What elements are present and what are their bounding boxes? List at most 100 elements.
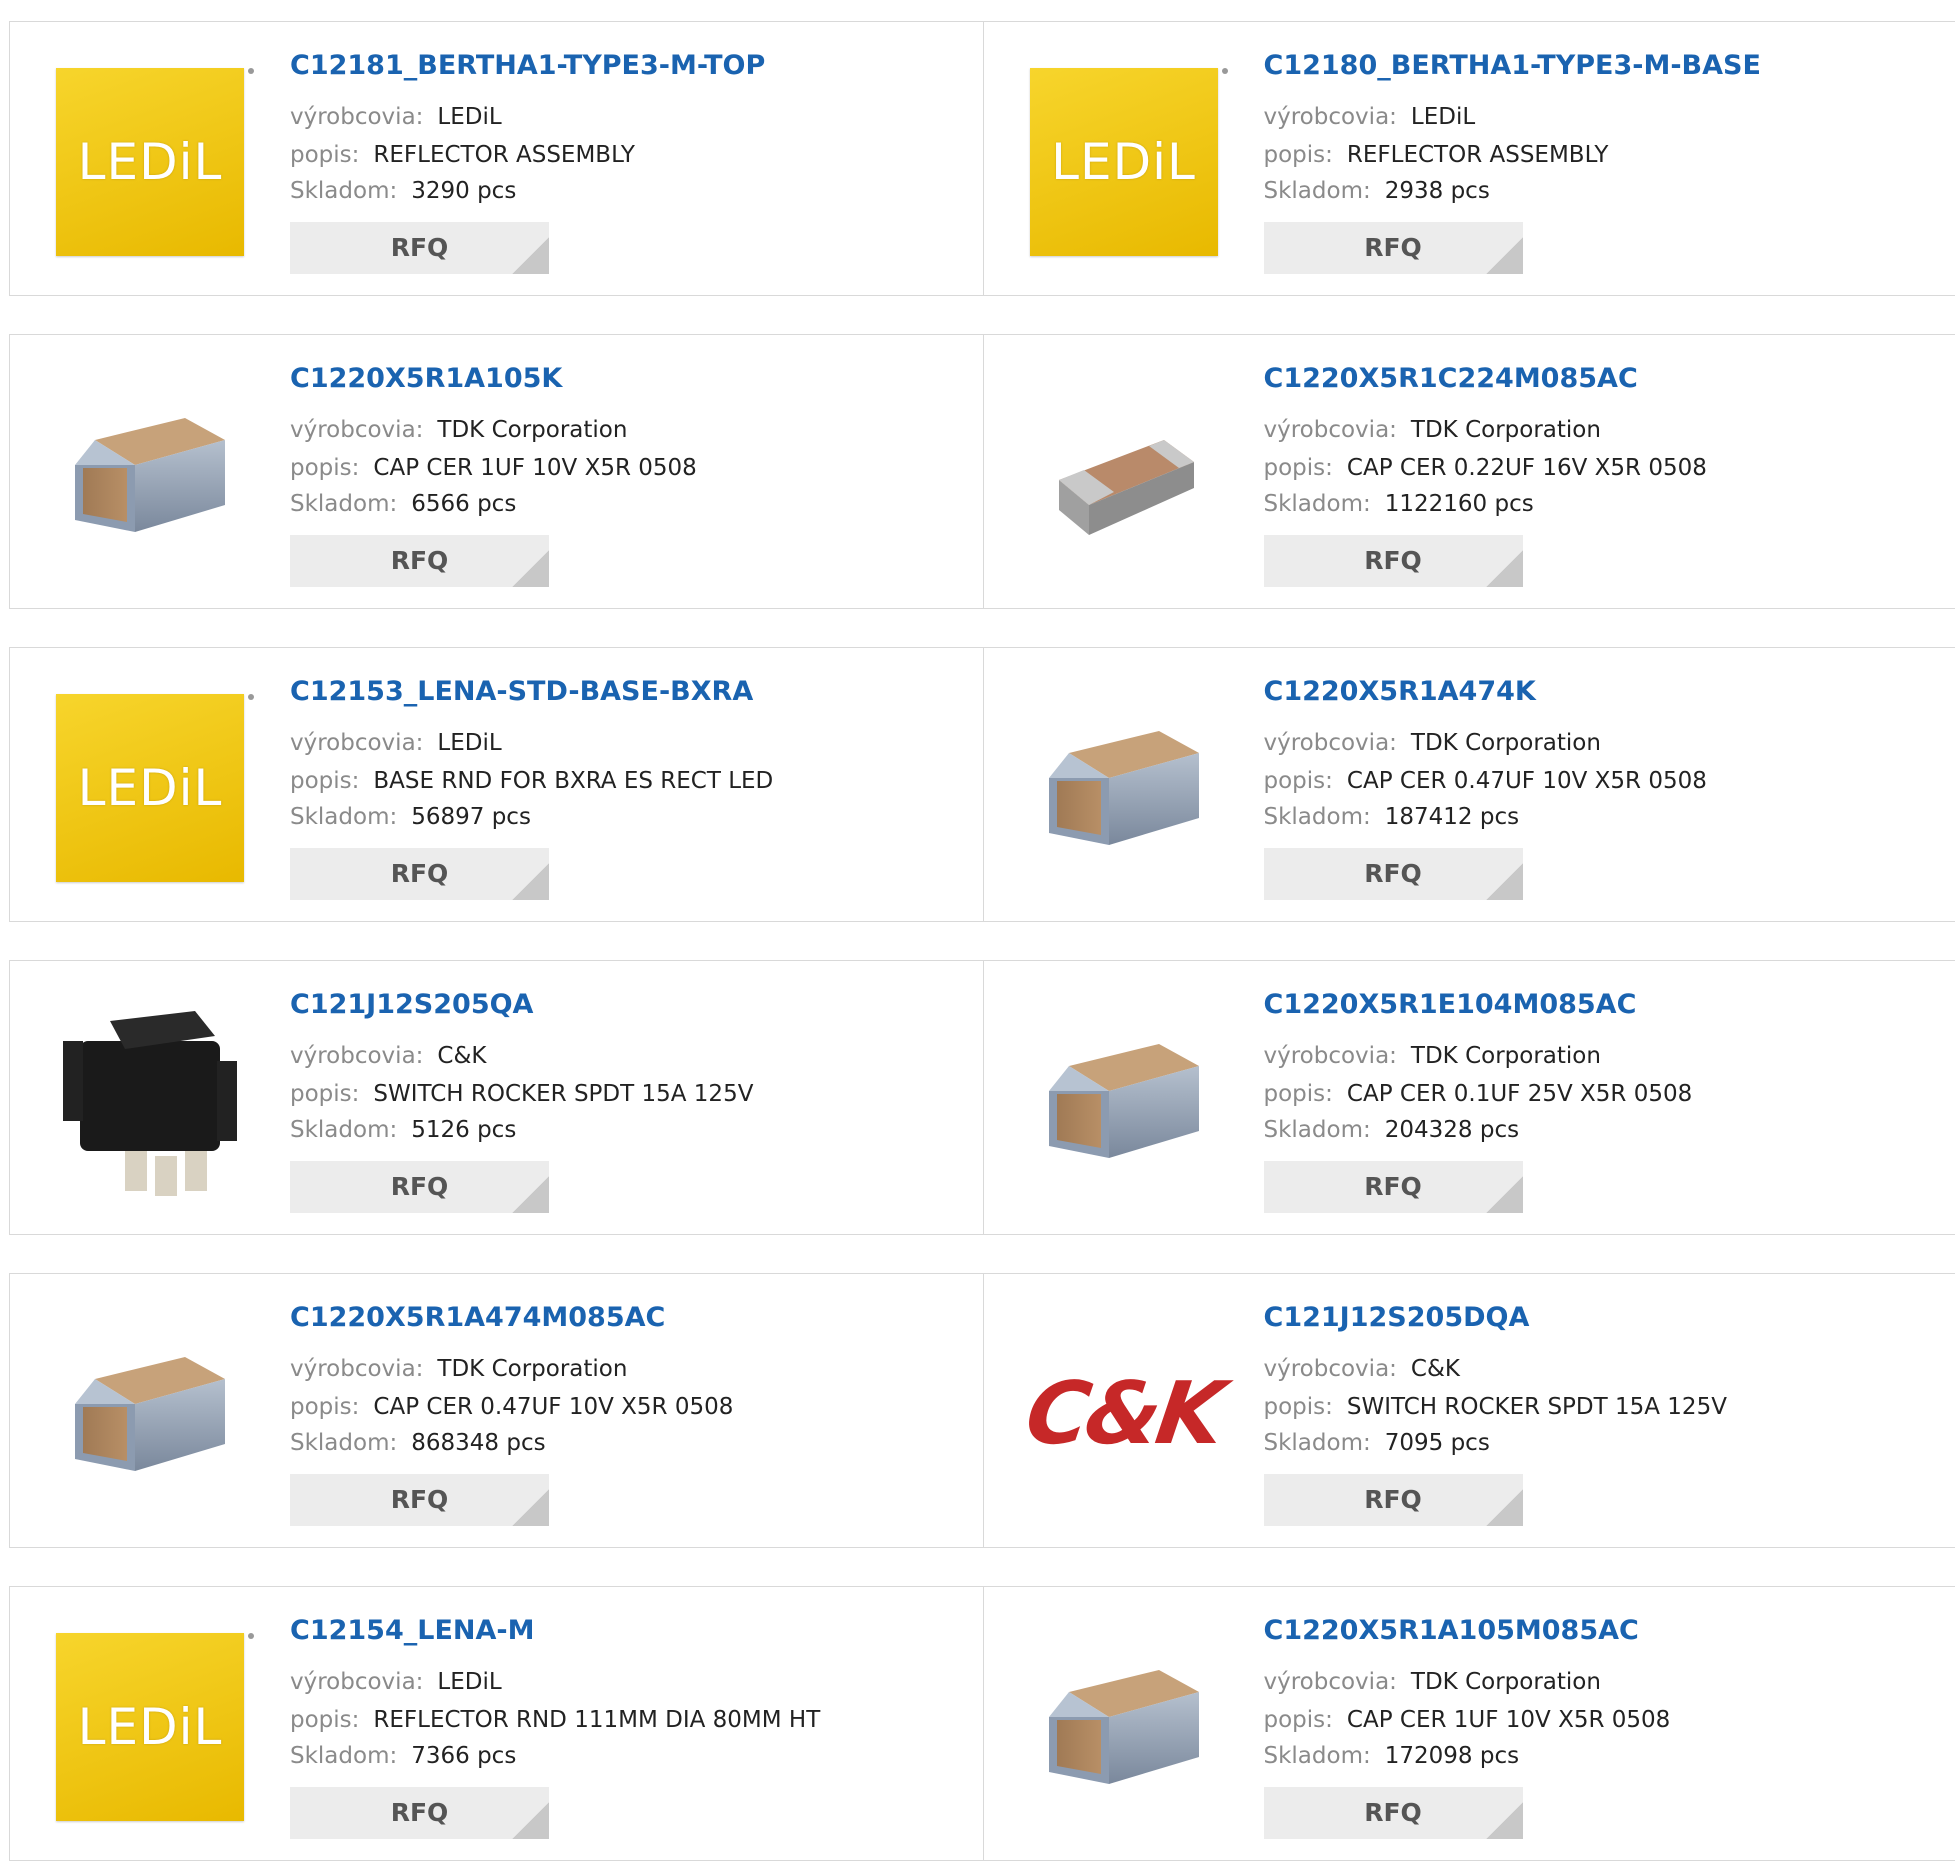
manufacturer-value: LEDiL	[437, 104, 501, 130]
stock-line: Skladom: 6566 pcs	[290, 491, 516, 517]
product-card: C&K C121J12S205DQA výrobcovia: C&K popis:SW…	[983, 1274, 1955, 1547]
description-line: popis:SWITCH ROCKER SPDT 15A 125V	[290, 1081, 753, 1107]
rfq-button[interactable]: RFQ	[290, 222, 549, 274]
product-image[interactable]	[1024, 1001, 1224, 1201]
product-card: C1220X5R1C224M085ACvýrobcovia:TDK Corpor…	[983, 335, 1955, 608]
description-label: popis:	[290, 768, 359, 794]
description-label: popis:	[1264, 1394, 1333, 1420]
rfq-button[interactable]: RFQ	[1264, 1161, 1523, 1213]
product-part-link[interactable]: C12181_BERTHA1-TYPE3-M-TOP	[290, 50, 765, 81]
ledil-logo: LEDiL	[1030, 68, 1218, 256]
product-row: C1220X5R1A105Kvýrobcovia:TDK Corporation…	[9, 334, 1955, 609]
product-part-link[interactable]: C1220X5R1A105M085AC	[1264, 1615, 1639, 1646]
stock-value: 204328 pcs	[1385, 1117, 1519, 1143]
rfq-button[interactable]: RFQ	[1264, 1787, 1523, 1839]
description-label: popis:	[1264, 1081, 1333, 1107]
product-image[interactable]	[1024, 688, 1224, 888]
rfq-button[interactable]: RFQ	[290, 1161, 549, 1213]
rfq-button[interactable]: RFQ	[1264, 848, 1523, 900]
product-image[interactable]	[50, 1314, 250, 1514]
description-label: popis:	[1264, 768, 1333, 794]
product-part-link[interactable]: C12180_BERTHA1-TYPE3-M-BASE	[1264, 50, 1761, 81]
manufacturer-label: výrobcovia:	[1264, 1356, 1397, 1382]
manufacturer-value: TDK Corporation	[1411, 417, 1601, 443]
product-image[interactable]	[1024, 1627, 1224, 1827]
manufacturer-label: výrobcovia:	[1264, 730, 1397, 756]
manufacturer-line: výrobcovia:LEDiL	[290, 730, 502, 756]
description-line: popis:SWITCH ROCKER SPDT 15A 125V	[1264, 1394, 1727, 1420]
product-part-link[interactable]: C1220X5R1A474M085AC	[290, 1302, 665, 1333]
product-part-link[interactable]: C1220X5R1A105K	[290, 363, 562, 394]
ledil-logo-text: LEDiL	[78, 133, 223, 191]
product-image[interactable]: LEDiL	[50, 1627, 250, 1827]
manufacturer-label: výrobcovia:	[1264, 1669, 1397, 1695]
product-card: C1220X5R1A105Kvýrobcovia:TDK Corporation…	[10, 335, 983, 608]
product-row: LEDiL C12153_LENA-STD-BASE-BXRA výrobcovi…	[9, 647, 1955, 922]
manufacturer-line: výrobcovia:TDK Corporation	[290, 1356, 627, 1382]
manufacturer-value: TDK Corporation	[437, 1356, 627, 1382]
description-value: CAP CER 1UF 10V X5R 0508	[373, 455, 696, 481]
stock-label: Skladom:	[290, 804, 397, 830]
stock-value: 3290 pcs	[411, 178, 516, 204]
description-value: CAP CER 1UF 10V X5R 0508	[1347, 1707, 1670, 1733]
rfq-button[interactable]: RFQ	[290, 1474, 549, 1526]
registered-mark-icon	[248, 694, 254, 700]
rfq-button[interactable]: RFQ	[1264, 535, 1523, 587]
product-card: C1220X5R1A105M085ACvýrobcovia:TDK Corpor…	[983, 1587, 1955, 1860]
description-value: REFLECTOR ASSEMBLY	[373, 142, 635, 168]
rfq-button[interactable]: RFQ	[290, 848, 549, 900]
manufacturer-value: LEDiL	[437, 730, 501, 756]
description-label: popis:	[1264, 142, 1333, 168]
product-image[interactable]: C&K	[1024, 1314, 1224, 1514]
ck-logo: C&K	[1020, 1364, 1227, 1464]
ledil-logo-text: LEDiL	[1051, 133, 1196, 191]
rfq-button[interactable]: RFQ	[290, 1787, 549, 1839]
product-image[interactable]	[50, 1001, 250, 1201]
product-part-link[interactable]: C1220X5R1C224M085AC	[1264, 363, 1638, 394]
description-value: CAP CER 0.1UF 25V X5R 0508	[1347, 1081, 1692, 1107]
ledil-logo: LEDiL	[56, 68, 244, 256]
ledil-logo: LEDiL	[56, 694, 244, 882]
stock-line: Skladom:56897 pcs	[290, 804, 531, 830]
stock-label: Skladom:	[1264, 178, 1371, 204]
product-image[interactable]: LEDiL	[50, 62, 250, 262]
description-value: REFLECTOR ASSEMBLY	[1347, 142, 1609, 168]
rfq-button[interactable]: RFQ	[290, 535, 549, 587]
product-image[interactable]	[1024, 375, 1224, 575]
stock-value: 6566 pcs	[411, 491, 516, 517]
product-part-link[interactable]: C121J12S205DQA	[1264, 1302, 1530, 1333]
product-image[interactable]: LEDiL	[50, 688, 250, 888]
manufacturer-line: výrobcovia:TDK Corporation	[1264, 730, 1601, 756]
stock-value: 2938 pcs	[1385, 178, 1490, 204]
product-part-link[interactable]: C12154_LENA-M	[290, 1615, 534, 1646]
description-value: REFLECTOR RND 111MM DIA 80MM HT	[373, 1707, 820, 1733]
stock-label: Skladom:	[290, 491, 397, 517]
stock-label: Skladom:	[1264, 1117, 1371, 1143]
stock-label: Skladom:	[290, 1743, 397, 1769]
product-image[interactable]: LEDiL	[1024, 62, 1224, 262]
product-part-link[interactable]: C12153_LENA-STD-BASE-BXRA	[290, 676, 753, 707]
capacitor-chip-icon	[65, 1349, 235, 1479]
manufacturer-line: výrobcovia:LEDiL	[290, 1669, 502, 1695]
product-part-link[interactable]: C121J12S205QA	[290, 989, 533, 1020]
manufacturer-label: výrobcovia:	[1264, 1043, 1397, 1069]
manufacturer-label: výrobcovia:	[290, 104, 423, 130]
product-part-link[interactable]: C1220X5R1A474K	[1264, 676, 1536, 707]
stock-value: 7366 pcs	[411, 1743, 516, 1769]
rfq-button[interactable]: RFQ	[1264, 222, 1523, 274]
description-label: popis:	[290, 455, 359, 481]
product-part-link[interactable]: C1220X5R1E104M085AC	[1264, 989, 1637, 1020]
description-line: popis: CAP CER 0.1UF 25V X5R 0508	[1264, 1081, 1693, 1107]
product-image[interactable]	[50, 375, 250, 575]
description-label: popis:	[290, 1394, 359, 1420]
manufacturer-label: výrobcovia:	[290, 1669, 423, 1695]
stock-line: Skladom: 204328 pcs	[1264, 1117, 1520, 1143]
product-card: C1220X5R1A474K výrobcovia:TDK Corporation…	[983, 648, 1955, 921]
description-line: popis: REFLECTOR ASSEMBLY	[1264, 142, 1609, 168]
stock-value: 172098 pcs	[1385, 1743, 1519, 1769]
stock-line: Skladom:187412 pcs	[1264, 804, 1520, 830]
description-label: popis:	[290, 142, 359, 168]
stock-label: Skladom:	[1264, 1743, 1371, 1769]
stock-label: Skladom:	[1264, 804, 1371, 830]
rfq-button[interactable]: RFQ	[1264, 1474, 1523, 1526]
